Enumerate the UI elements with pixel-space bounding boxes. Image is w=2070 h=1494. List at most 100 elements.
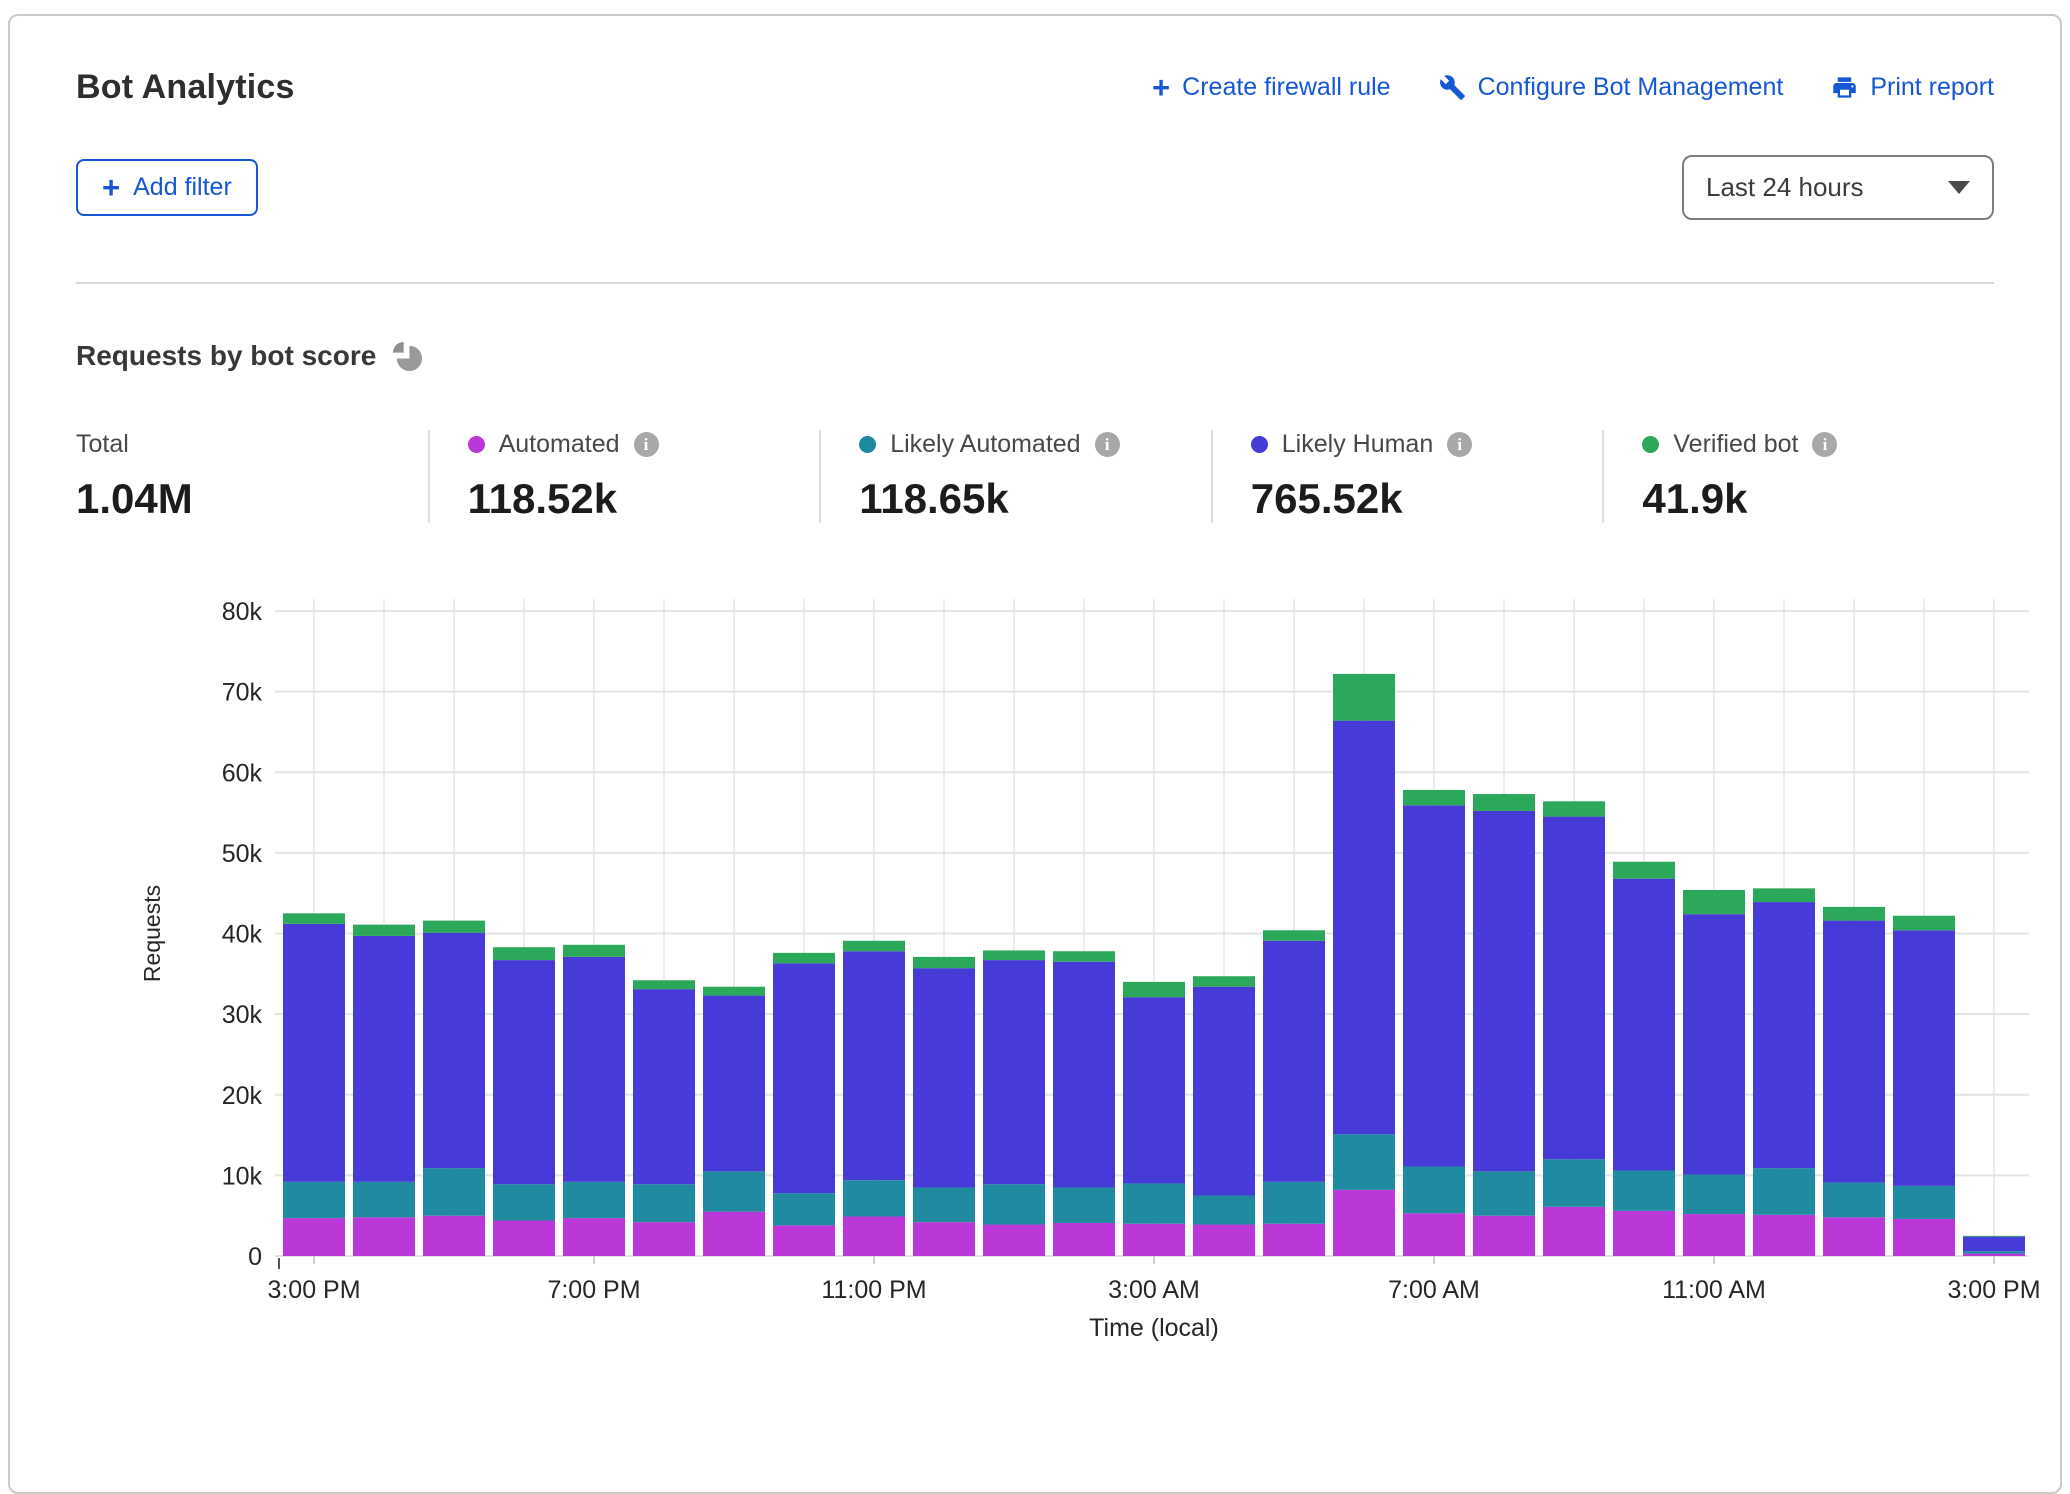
likely-automated-segment[interactable] (1053, 1187, 1115, 1222)
verified-bot-segment[interactable] (1403, 790, 1465, 805)
chart-bar[interactable] (1613, 862, 1675, 1256)
chart-bar[interactable] (773, 953, 835, 1256)
likely-automated-segment[interactable] (1963, 1251, 2025, 1253)
likely-human-segment[interactable] (1473, 811, 1535, 1171)
create-firewall-rule-link[interactable]: + Create firewall rule (1152, 72, 1391, 103)
likely-human-segment[interactable] (493, 960, 555, 1184)
chart-bar[interactable] (1123, 982, 1185, 1256)
likely-human-segment[interactable] (703, 996, 765, 1172)
chart-bar[interactable] (1193, 976, 1255, 1256)
likely-human-segment[interactable] (1613, 879, 1675, 1171)
chart-bar[interactable] (1403, 790, 1465, 1256)
chart-bar[interactable] (1683, 890, 1745, 1256)
likely-automated-segment[interactable] (1823, 1183, 1885, 1218)
automated-segment[interactable] (913, 1222, 975, 1256)
likely-automated-segment[interactable] (1753, 1168, 1815, 1215)
info-icon[interactable]: i (1447, 432, 1472, 457)
automated-segment[interactable] (493, 1221, 555, 1256)
likely-automated-segment[interactable] (1123, 1183, 1185, 1223)
likely-automated-segment[interactable] (1473, 1171, 1535, 1215)
automated-segment[interactable] (283, 1218, 345, 1256)
chart-bar[interactable] (1543, 801, 1605, 1256)
chart-bar[interactable] (353, 925, 415, 1256)
verified-bot-segment[interactable] (1123, 982, 1185, 997)
chart-bar[interactable] (283, 913, 345, 1256)
likely-automated-segment[interactable] (703, 1171, 765, 1211)
likely-human-segment[interactable] (1963, 1237, 2025, 1252)
verified-bot-segment[interactable] (773, 953, 835, 963)
verified-bot-segment[interactable] (1473, 794, 1535, 811)
automated-segment[interactable] (1123, 1224, 1185, 1256)
likely-human-segment[interactable] (983, 960, 1045, 1184)
likely-human-segment[interactable] (283, 924, 345, 1182)
chart-bar[interactable] (703, 987, 765, 1256)
automated-segment[interactable] (1053, 1223, 1115, 1256)
likely-human-segment[interactable] (353, 936, 415, 1182)
verified-bot-segment[interactable] (843, 941, 905, 951)
automated-segment[interactable] (983, 1225, 1045, 1256)
likely-automated-segment[interactable] (1263, 1182, 1325, 1224)
likely-automated-segment[interactable] (1543, 1159, 1605, 1207)
likely-human-segment[interactable] (1823, 921, 1885, 1183)
verified-bot-segment[interactable] (1053, 951, 1115, 961)
verified-bot-segment[interactable] (1753, 888, 1815, 902)
likely-automated-segment[interactable] (633, 1184, 695, 1222)
chart-bar[interactable] (493, 947, 555, 1256)
add-filter-button[interactable]: + Add filter (76, 159, 258, 216)
automated-segment[interactable] (423, 1216, 485, 1256)
likely-automated-segment[interactable] (1613, 1171, 1675, 1211)
automated-segment[interactable] (1403, 1213, 1465, 1256)
verified-bot-segment[interactable] (423, 921, 485, 933)
chart-bar[interactable] (1823, 907, 1885, 1256)
automated-segment[interactable] (1333, 1190, 1395, 1256)
likely-automated-segment[interactable] (353, 1182, 415, 1217)
chart-bar[interactable] (1893, 916, 1955, 1256)
chart-bar[interactable] (1333, 674, 1395, 1256)
chart-bar[interactable] (633, 980, 695, 1256)
configure-bot-management-link[interactable]: Configure Bot Management (1439, 73, 1784, 102)
automated-segment[interactable] (1683, 1214, 1745, 1256)
automated-segment[interactable] (1473, 1216, 1535, 1256)
chart-bar[interactable] (1963, 1236, 2025, 1256)
verified-bot-segment[interactable] (913, 957, 975, 968)
automated-segment[interactable] (1193, 1225, 1255, 1256)
likely-automated-segment[interactable] (983, 1184, 1045, 1224)
verified-bot-segment[interactable] (493, 947, 555, 960)
chart-bar[interactable] (913, 957, 975, 1256)
likely-human-segment[interactable] (563, 957, 625, 1182)
automated-segment[interactable] (1893, 1219, 1955, 1256)
chart-bar[interactable] (1473, 794, 1535, 1256)
likely-human-segment[interactable] (1543, 817, 1605, 1160)
automated-segment[interactable] (353, 1217, 415, 1256)
likely-automated-segment[interactable] (913, 1187, 975, 1222)
verified-bot-segment[interactable] (1543, 801, 1605, 816)
likely-automated-segment[interactable] (843, 1180, 905, 1216)
automated-segment[interactable] (1543, 1207, 1605, 1256)
likely-automated-segment[interactable] (283, 1182, 345, 1218)
likely-human-segment[interactable] (1263, 941, 1325, 1182)
verified-bot-segment[interactable] (353, 925, 415, 936)
chart-bar[interactable] (563, 945, 625, 1256)
likely-human-segment[interactable] (1403, 805, 1465, 1166)
likely-automated-segment[interactable] (1333, 1134, 1395, 1190)
verified-bot-segment[interactable] (1613, 862, 1675, 879)
likely-human-segment[interactable] (913, 968, 975, 1187)
chart-bar[interactable] (1263, 930, 1325, 1256)
chart-bar[interactable] (423, 921, 485, 1256)
likely-automated-segment[interactable] (1683, 1175, 1745, 1215)
likely-human-segment[interactable] (773, 963, 835, 1193)
automated-segment[interactable] (633, 1222, 695, 1256)
chart-bar[interactable] (843, 941, 905, 1256)
likely-human-segment[interactable] (633, 989, 695, 1184)
verified-bot-segment[interactable] (1683, 890, 1745, 914)
verified-bot-segment[interactable] (703, 987, 765, 996)
automated-segment[interactable] (703, 1212, 765, 1256)
verified-bot-segment[interactable] (1193, 976, 1255, 986)
likely-human-segment[interactable] (1753, 902, 1815, 1168)
verified-bot-segment[interactable] (633, 980, 695, 989)
verified-bot-segment[interactable] (1333, 674, 1395, 721)
automated-segment[interactable] (1753, 1215, 1815, 1256)
verified-bot-segment[interactable] (1263, 930, 1325, 940)
chart-bar[interactable] (1053, 951, 1115, 1256)
verified-bot-segment[interactable] (983, 950, 1045, 960)
